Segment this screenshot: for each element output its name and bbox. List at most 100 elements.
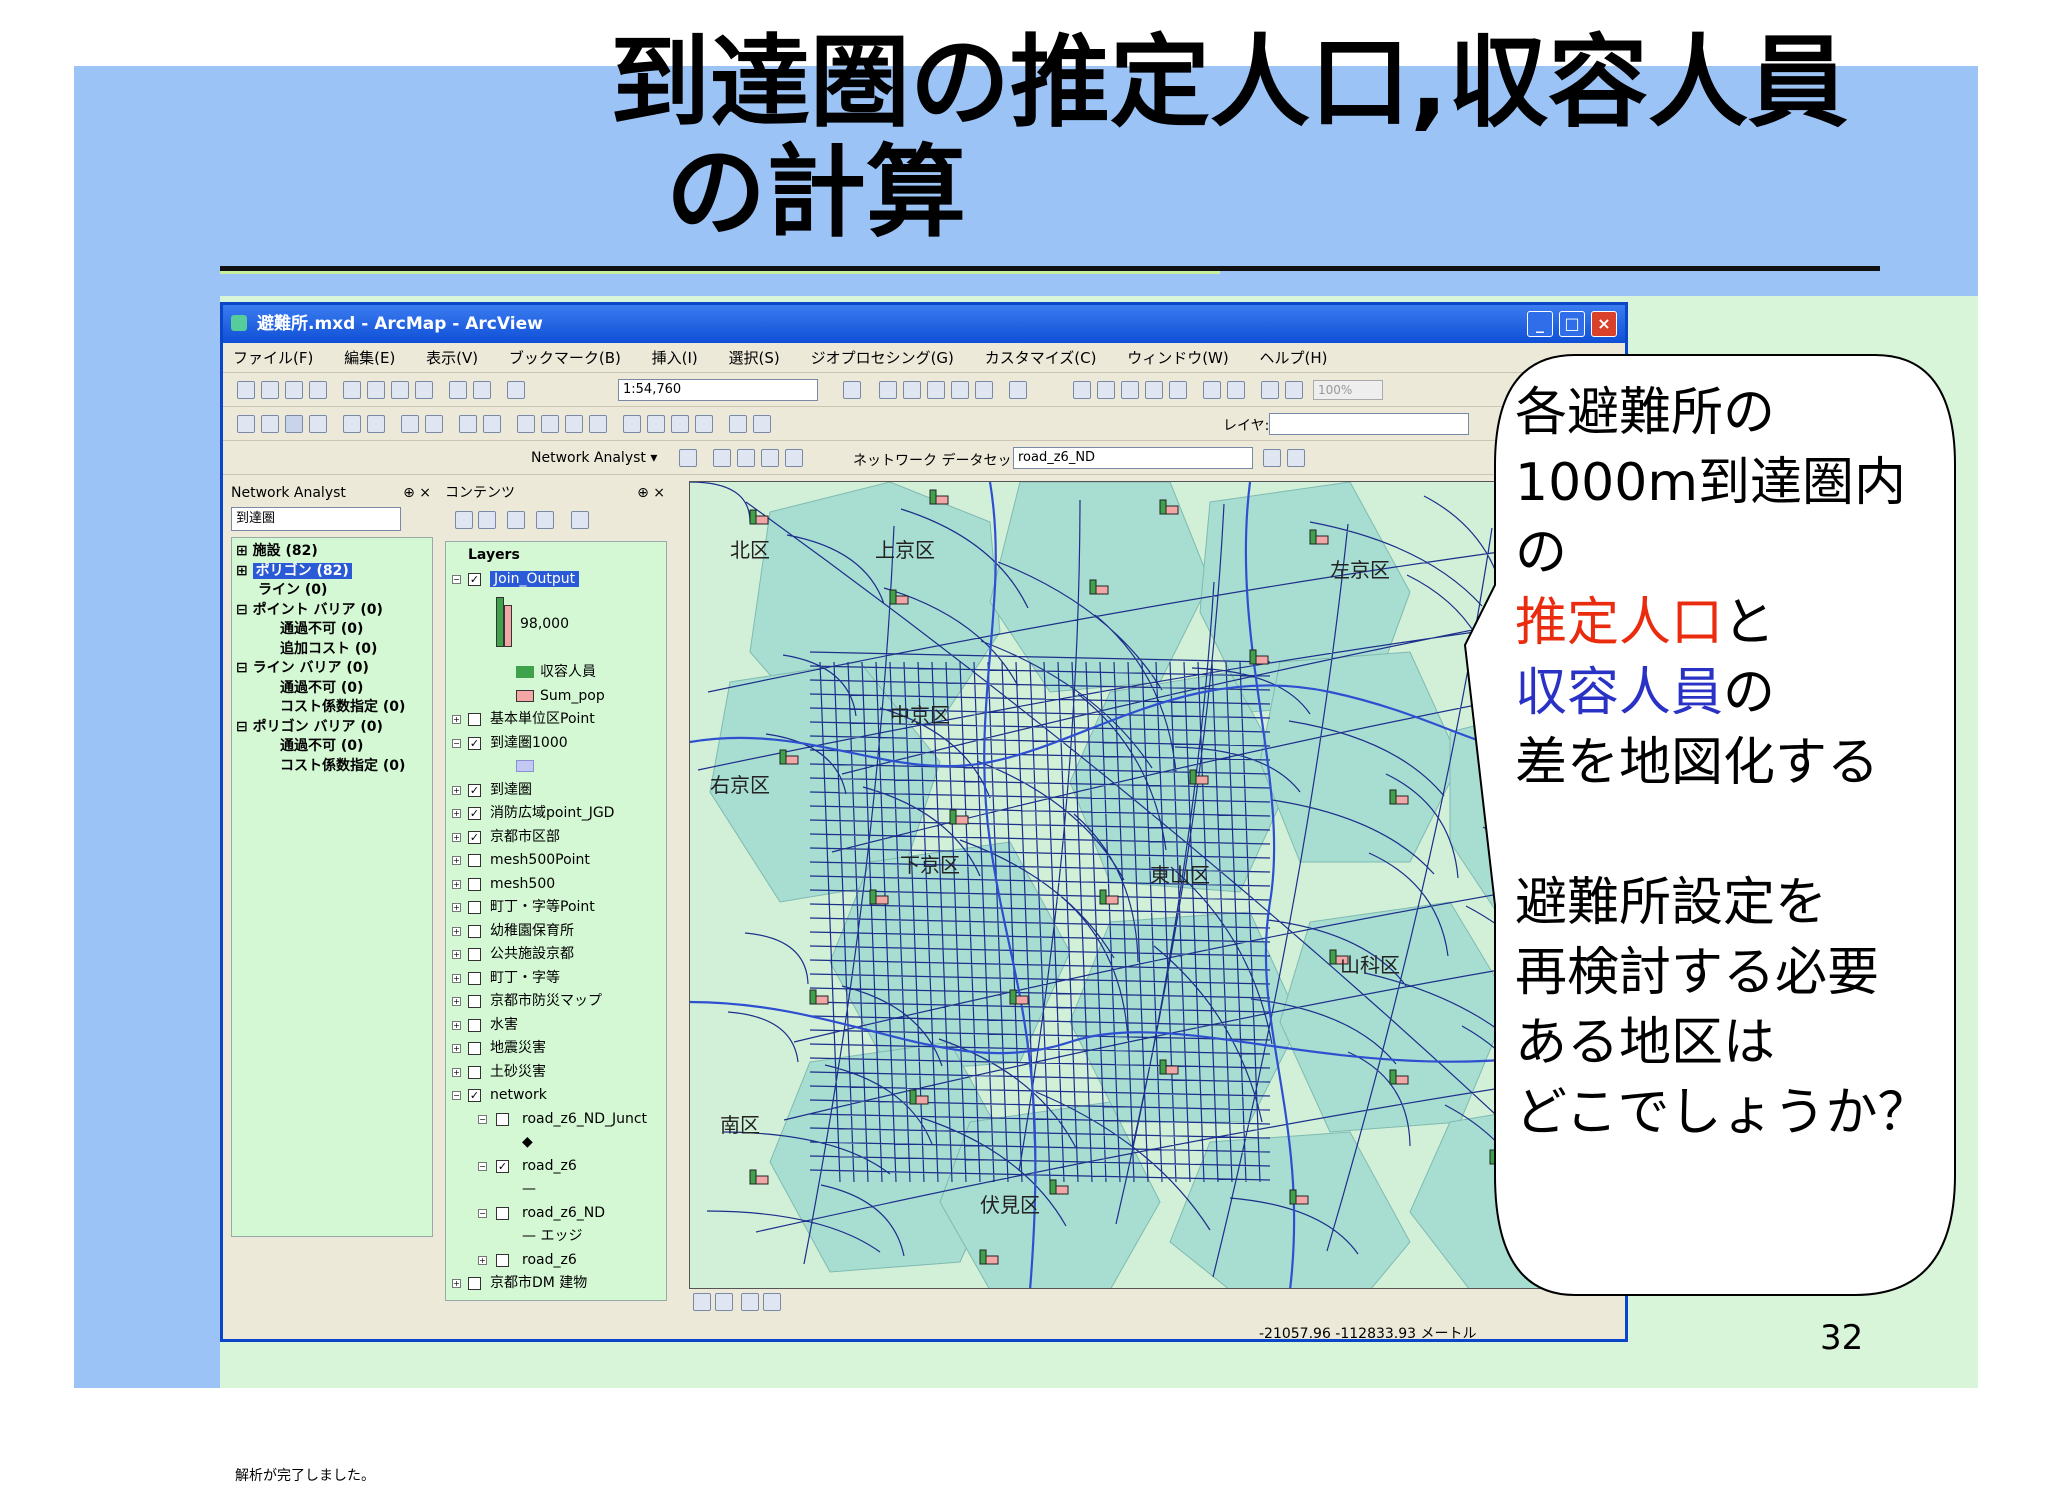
select-location-icon[interactable] [737,449,755,467]
undo-icon[interactable] [449,381,467,399]
editor-icon[interactable] [843,381,861,399]
layout-pan-icon[interactable] [1121,381,1139,399]
layer-item[interactable]: + 公共施設京都 [450,943,662,967]
na-tree-item[interactable]: ⊞ ポリゴン (82) [236,562,428,582]
list-by-selection-icon[interactable] [536,511,555,529]
network-dataset-select[interactable]: road_z6_ND [1013,447,1253,469]
select-pointer-icon[interactable] [517,415,535,433]
identify-icon[interactable] [541,415,559,433]
back-arrow-icon[interactable] [401,415,419,433]
na-tree-item[interactable]: ⊟ ポリゴン バリア (0) [236,718,428,738]
find-icon[interactable] [647,415,665,433]
layout-fixed-icon[interactable] [1169,381,1187,399]
na-tree-item[interactable]: ⊟ ライン バリア (0) [236,659,428,679]
copy-icon[interactable] [367,381,385,399]
layer-item[interactable]: + 町丁・字等Point [450,896,662,920]
layer-item[interactable]: + ✓ 到達圏 [450,779,662,803]
layer-item[interactable]: + mesh500 [450,873,662,897]
menu-insert[interactable]: 挿入(I) [652,349,698,367]
directions-icon[interactable] [785,449,803,467]
menu-selection[interactable]: 選択(S) [729,349,780,367]
layers-root[interactable]: Layers [450,544,662,568]
map-scale-input[interactable]: 1:54,760 [618,379,818,401]
layout-zoom-out-icon[interactable] [1097,381,1115,399]
layer-item[interactable]: + 京都市防災マップ [450,990,662,1014]
layer-item[interactable]: + 幼稚園保育所 [450,920,662,944]
na-tree-item[interactable]: 通過不可 (0) [236,737,428,757]
na-tree-item[interactable]: コスト係数指定 (0) [236,698,428,718]
layer-item[interactable]: + 土砂災害 [450,1061,662,1085]
layer-item[interactable]: + 水害 [450,1014,662,1038]
refresh-icon[interactable] [741,1293,759,1311]
hyperlink-icon[interactable] [565,415,583,433]
layout-page-icon[interactable] [1261,381,1279,399]
menu-bookmarks[interactable]: ブックマーク(B) [509,349,621,367]
network-identify-icon[interactable] [1287,449,1305,467]
maximize-button[interactable]: □ [1559,311,1585,337]
layer-item[interactable]: + 地震災害 [450,1037,662,1061]
data-view-icon[interactable] [693,1293,711,1311]
redo-icon[interactable] [473,381,491,399]
layer-item[interactable]: + ✓ 京都市区部 [450,826,662,850]
close-icon[interactable]: ⊕ × [403,481,431,505]
na-tree-item[interactable]: 通過不可 (0) [236,679,428,699]
na-layer-dropdown[interactable]: 到達圏 [231,507,401,531]
viewer-icon[interactable] [753,415,771,433]
pause-icon[interactable] [763,1293,781,1311]
close-button[interactable]: × [1591,311,1617,337]
add-data-icon[interactable] [507,381,525,399]
na-tree-item[interactable]: 通過不可 (0) [236,620,428,640]
python-icon[interactable] [975,381,993,399]
layer-select[interactable] [1269,413,1469,435]
menu-customize[interactable]: カスタマイズ(C) [985,349,1097,367]
create-location-icon[interactable] [713,449,731,467]
pan-hand-icon[interactable] [285,415,303,433]
solve-icon[interactable] [761,449,779,467]
na-tree-item[interactable]: 追加コスト (0) [236,640,428,660]
delete-icon[interactable] [415,381,433,399]
open-icon[interactable] [261,381,279,399]
forward-arrow-icon[interactable] [425,415,443,433]
cut-icon[interactable] [343,381,361,399]
sublayer-item[interactable]: − road_z6_ND_Junct [450,1108,662,1132]
globe-icon[interactable] [309,415,327,433]
layout-zoom-select[interactable]: 100% [1313,380,1383,400]
measure-icon[interactable] [623,415,641,433]
na-tree-item[interactable]: ⊞ 施設 (82) [236,542,428,562]
model-builder-icon[interactable] [1009,381,1027,399]
list-by-drawing-order-icon[interactable] [455,511,473,529]
na-tree-item[interactable]: コスト係数指定 (0) [236,757,428,777]
window-titlebar[interactable]: 避難所.mxd - ArcMap - ArcView _ □ × [223,305,1625,343]
menu-windows[interactable]: ウィンドウ(W) [1127,349,1229,367]
paste-icon[interactable] [391,381,409,399]
layer-item[interactable]: + 京都市DM 建物 [450,1272,662,1296]
sublayer-item[interactable]: − road_z6_ND [450,1202,662,1226]
layer-item[interactable]: + 町丁・字等 [450,967,662,991]
save-icon[interactable] [285,381,303,399]
layout-view-icon[interactable] [715,1293,733,1311]
table-icon[interactable] [879,381,897,399]
options-icon[interactable] [571,511,590,529]
clear-selection-icon[interactable] [483,415,501,433]
zoom-out-icon[interactable] [261,415,279,433]
menu-help[interactable]: ヘルプ(H) [1260,349,1328,367]
find-route-icon[interactable] [671,415,689,433]
build-network-icon[interactable] [1263,449,1281,467]
close-icon[interactable]: ⊕ × [637,481,665,505]
goto-xy-icon[interactable] [695,415,713,433]
layer-item[interactable]: − ✓ network [450,1084,662,1108]
layout-full-extent-icon[interactable] [1145,381,1163,399]
print-icon[interactable] [309,381,327,399]
fixed-zoom-out-icon[interactable] [367,415,385,433]
zoom-in-icon[interactable] [237,415,255,433]
na-tree-item[interactable]: ⊟ ポイント バリア (0) [236,601,428,621]
menu-view[interactable]: 表示(V) [426,349,478,367]
sublayer-item[interactable]: − ✓ road_z6 [450,1155,662,1179]
catalog-icon[interactable] [903,381,921,399]
minimize-button[interactable]: _ [1527,311,1553,337]
sublayer-item[interactable]: + road_z6 [450,1249,662,1273]
menu-edit[interactable]: 編集(E) [344,349,395,367]
network-analyst-menu[interactable]: Network Analyst ▾ [531,450,657,466]
list-by-visibility-icon[interactable] [507,511,526,529]
menu-geoprocessing[interactable]: ジオプロセシング(G) [811,349,954,367]
